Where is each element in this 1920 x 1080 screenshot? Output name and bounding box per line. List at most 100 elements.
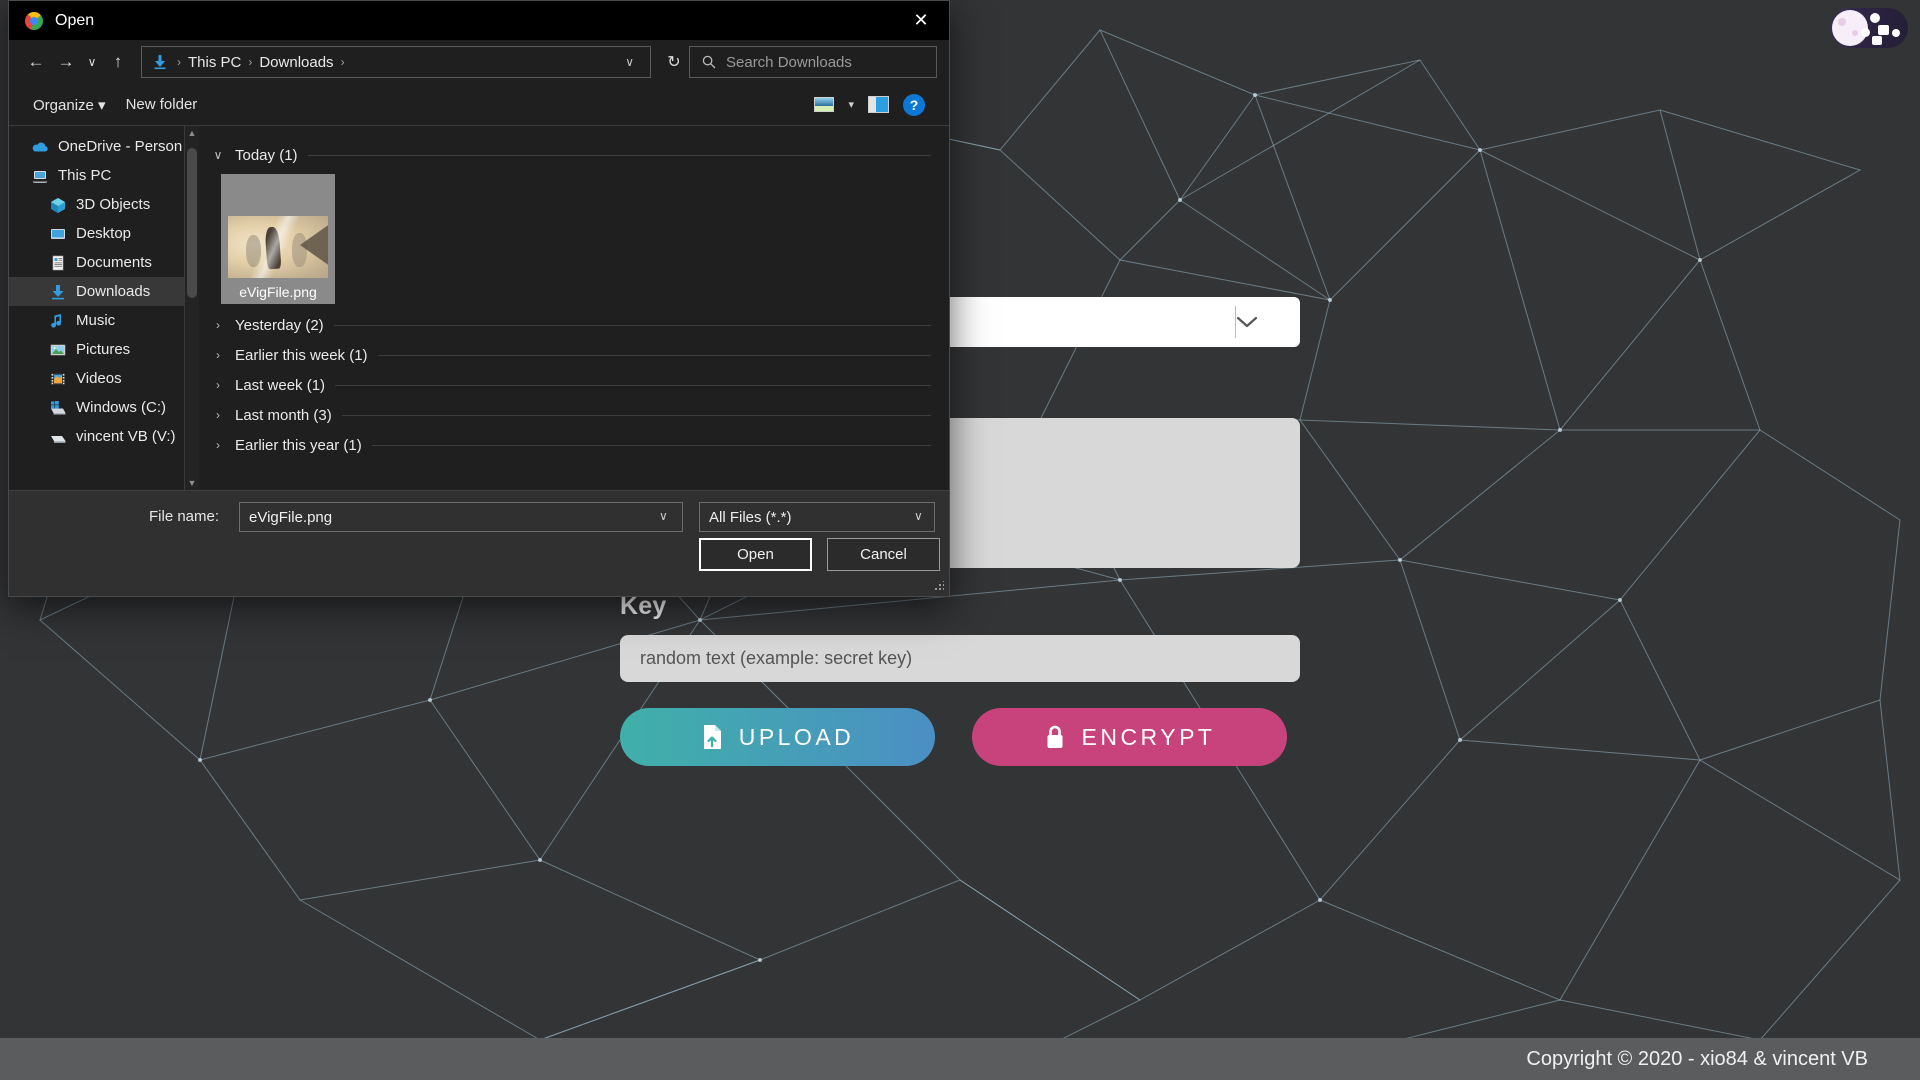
file-group-label: Earlier this year (1) — [235, 437, 362, 454]
sidebar-item-documents[interactable]: Documents — [9, 248, 199, 277]
sidebar-item-music[interactable]: Music — [9, 306, 199, 335]
star-icon — [1878, 25, 1889, 35]
videos-icon — [49, 370, 67, 388]
chevron-down-icon: ▾ — [98, 97, 106, 114]
sidebar-item-label: Desktop — [76, 225, 131, 242]
scroll-up-icon[interactable]: ▲ — [188, 128, 197, 138]
this-pc-icon — [31, 167, 49, 185]
star-icon — [1872, 36, 1882, 45]
cancel-button[interactable]: Cancel — [827, 538, 940, 571]
sidebar-item-this-pc[interactable]: This PC — [9, 161, 199, 190]
chrome-icon — [25, 12, 43, 30]
file-tile-evigfile[interactable]: eVigFile.png — [221, 174, 335, 304]
sidebar-item-videos[interactable]: Videos — [9, 364, 199, 393]
filename-input[interactable] — [239, 502, 683, 532]
divider — [335, 385, 931, 386]
preview-pane-icon[interactable] — [868, 96, 889, 113]
thumbnail-lightbeam — [228, 216, 328, 278]
sidebar-item-label: OneDrive - Person — [58, 138, 182, 155]
divider — [334, 325, 931, 326]
sidebar-item-pictures[interactable]: Pictures — [9, 335, 199, 364]
breadcrumb-item-this-pc[interactable]: This PC — [184, 54, 245, 71]
sidebar-item-label: This PC — [58, 167, 111, 184]
sidebar-item-onedrive[interactable]: OneDrive - Person — [9, 132, 199, 161]
file-group-header-last-month[interactable]: › Last month (3) — [211, 402, 949, 428]
chevron-right-icon[interactable]: › — [211, 348, 225, 362]
encrypt-button-label: ENCRYPT — [1082, 724, 1216, 751]
key-input[interactable] — [620, 635, 1300, 682]
windows-drive-icon — [49, 399, 67, 417]
file-group-label: Earlier this week (1) — [235, 347, 368, 364]
chevron-down-icon[interactable]: ▾ — [848, 98, 854, 111]
downloads-icon — [49, 283, 67, 301]
file-group-header-today[interactable]: ∨ Today (1) — [211, 142, 949, 168]
file-group-label: Last month (3) — [235, 407, 332, 424]
breadcrumb-sep: › — [245, 55, 255, 69]
up-icon[interactable]: ↑ — [103, 47, 133, 77]
breadcrumb-item-downloads[interactable]: Downloads — [255, 54, 337, 71]
dialog-body: OneDrive - Person This PC 3D Objects Des… — [9, 126, 949, 490]
upload-button-label: UPLOAD — [739, 724, 855, 751]
chevron-right-icon[interactable]: › — [211, 438, 225, 452]
dialog-titlebar[interactable]: Open ✕ — [9, 1, 949, 40]
pictures-icon — [49, 341, 67, 359]
dark-mode-toggle[interactable] — [1830, 8, 1908, 48]
chevron-down-icon[interactable]: ∨ — [211, 148, 225, 162]
sidebar-item-label: Documents — [76, 254, 152, 271]
star-icon — [1861, 28, 1870, 37]
file-group-header-earlier-this-year[interactable]: › Earlier this year (1) — [211, 432, 949, 458]
music-icon — [49, 312, 67, 330]
dialog-title: Open — [55, 12, 94, 30]
encrypt-button[interactable]: ENCRYPT — [972, 708, 1287, 766]
resize-grip-icon[interactable] — [934, 581, 944, 591]
back-icon[interactable]: ← — [21, 47, 51, 77]
new-folder-button[interactable]: New folder — [116, 92, 208, 117]
breadcrumb-sep[interactable]: › — [338, 55, 348, 69]
file-group-header-earlier-this-week[interactable]: › Earlier this week (1) — [211, 342, 949, 368]
chevron-right-icon[interactable]: › — [211, 378, 225, 392]
footer-bar: Copyright © 2020 - xio84 & vincent VB — [0, 1038, 1920, 1080]
sidebar-item-3d-objects[interactable]: 3D Objects — [9, 190, 199, 219]
chevron-down-icon[interactable]: ∨ — [615, 55, 644, 69]
star-icon — [1870, 13, 1880, 23]
upload-button[interactable]: UPLOAD — [620, 708, 935, 766]
file-group-header-yesterday[interactable]: › Yesterday (2) — [211, 312, 949, 338]
close-icon[interactable]: ✕ — [893, 1, 949, 40]
help-icon[interactable]: ? — [903, 94, 925, 116]
view-icon[interactable] — [814, 97, 834, 112]
3d-objects-icon — [49, 196, 67, 214]
drive-icon — [49, 428, 67, 446]
recent-locations-icon[interactable]: ∨ — [81, 47, 103, 77]
divider — [378, 355, 931, 356]
search-input[interactable]: Search Downloads — [689, 46, 937, 78]
sidebar-scroll-thumb[interactable] — [187, 148, 197, 298]
lock-icon — [1044, 724, 1066, 750]
organize-button[interactable]: Organize ▾ — [23, 92, 116, 118]
file-group-label: Today (1) — [235, 147, 298, 164]
open-button[interactable]: Open — [699, 538, 812, 571]
chevron-right-icon[interactable]: › — [211, 318, 225, 332]
sidebar-item-windows-c[interactable]: Windows (C:) — [9, 393, 199, 422]
breadcrumb[interactable]: › This PC › Downloads › ∨ — [141, 46, 651, 78]
scroll-down-icon[interactable]: ▼ — [188, 478, 197, 488]
onedrive-icon — [31, 138, 49, 156]
divider — [342, 415, 931, 416]
file-type-filter[interactable] — [699, 502, 935, 532]
file-group-header-last-week[interactable]: › Last week (1) — [211, 372, 949, 398]
star-icon — [1892, 29, 1900, 37]
breadcrumb-sep: › — [174, 55, 184, 69]
file-tile-label: eVigFile.png — [239, 284, 317, 300]
documents-icon — [49, 254, 67, 272]
sidebar-item-desktop[interactable]: Desktop — [9, 219, 199, 248]
sidebar-item-downloads[interactable]: Downloads — [9, 277, 199, 306]
file-thumbnail — [228, 216, 328, 278]
file-list: ∨ Today (1) eVigFile.png › Yesterday (2) — [199, 126, 949, 490]
chevron-right-icon[interactable]: › — [211, 408, 225, 422]
dialog-toolbar: Organize ▾ New folder ▾ ? — [9, 84, 949, 126]
divider — [372, 445, 931, 446]
chevron-down-icon[interactable] — [1236, 315, 1300, 329]
refresh-icon[interactable]: ↻ — [659, 47, 689, 77]
forward-icon[interactable]: → — [51, 47, 81, 77]
sidebar-item-vincent-vb-v[interactable]: vincent VB (V:) — [9, 422, 199, 451]
sidebar-item-label: 3D Objects — [76, 196, 150, 213]
